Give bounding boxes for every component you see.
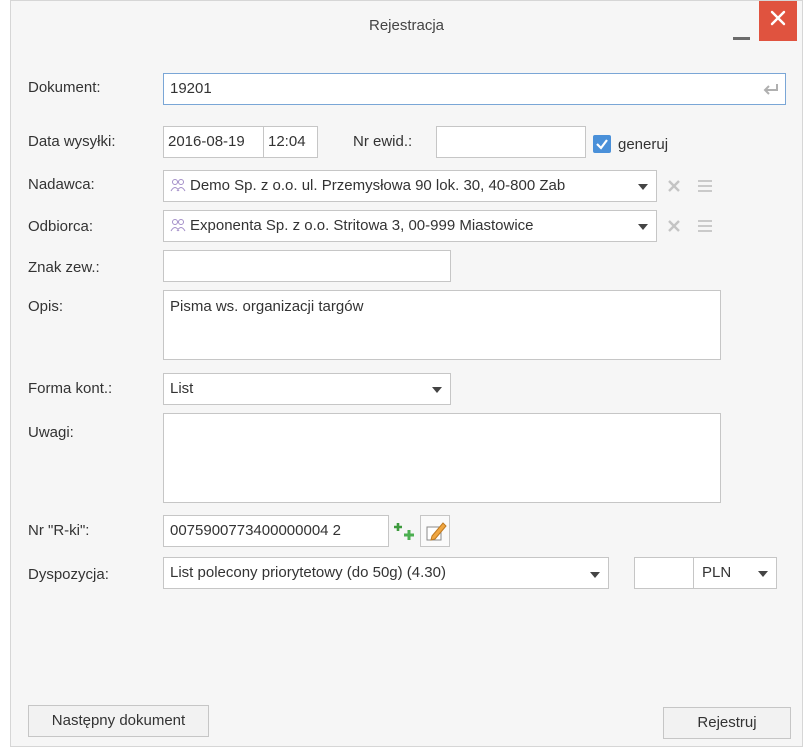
- add-icon: [394, 523, 414, 540]
- nadawca-clear-button[interactable]: [661, 170, 691, 202]
- opis-label: Opis:: [28, 298, 64, 315]
- nr-rki-label: Nr "R-ki":: [28, 522, 90, 539]
- znak-zew-input[interactable]: [163, 250, 451, 282]
- odbiorca-clear-button[interactable]: [661, 210, 691, 242]
- uwagi-label: Uwagi:: [28, 424, 74, 441]
- date-input[interactable]: 2016-08-19: [163, 126, 265, 158]
- nr-ewid-label: Nr ewid.:: [353, 133, 413, 150]
- dialog-title: Rejestracja: [368, 17, 445, 34]
- date-value: 2016-08-19: [168, 133, 245, 150]
- odbiorca-value: Exponenta Sp. z o.o. Stritowa 3, 00-999 …: [190, 217, 534, 234]
- people-icon: [170, 219, 186, 232]
- chevron-down-icon: [638, 184, 648, 190]
- minimize-icon: [733, 37, 750, 40]
- menu-icon: [698, 220, 712, 232]
- uwagi-textarea[interactable]: [163, 413, 721, 503]
- nadawca-menu-button[interactable]: [691, 170, 721, 202]
- chevron-down-icon: [638, 224, 648, 230]
- enter-icon[interactable]: [763, 83, 779, 95]
- clear-icon: [668, 180, 680, 192]
- people-icon: [170, 179, 186, 192]
- dokument-label: Dokument:: [28, 79, 101, 96]
- edit-number-button[interactable]: [420, 515, 450, 547]
- generuj-checkbox[interactable]: [593, 135, 611, 153]
- forma-kont-select[interactable]: List: [163, 373, 451, 405]
- nr-ewid-input[interactable]: [436, 126, 586, 158]
- edit-icon: [426, 522, 447, 541]
- menu-icon: [698, 180, 712, 192]
- dyspozycja-value: List polecony priorytetowy (do 50g) (4.3…: [170, 564, 446, 581]
- generate-number-button[interactable]: [391, 515, 419, 547]
- time-input[interactable]: 12:04: [263, 126, 318, 158]
- odbiorca-select[interactable]: Exponenta Sp. z o.o. Stritowa 3, 00-999 …: [163, 210, 657, 242]
- data-wysylki-label: Data wysyłki:: [28, 133, 116, 150]
- close-button[interactable]: [759, 1, 797, 41]
- nadawca-value: Demo Sp. z o.o. ul. Przemysłowa 90 lok. …: [190, 177, 566, 194]
- znak-zew-label: Znak zew.:: [28, 259, 100, 276]
- forma-kont-value: List: [170, 380, 194, 397]
- odbiorca-label: Odbiorca:: [28, 218, 94, 235]
- chevron-down-icon: [590, 572, 600, 578]
- dyspozycja-label: Dyspozycja:: [28, 566, 109, 583]
- close-icon: [770, 10, 786, 26]
- register-button[interactable]: Rejestruj: [663, 707, 791, 739]
- nadawca-select[interactable]: Demo Sp. z o.o. ul. Przemysłowa 90 lok. …: [163, 170, 657, 202]
- registration-dialog: Rejestracja Dokument: 19201 Data wysyłki…: [10, 0, 803, 747]
- nr-rki-input[interactable]: 0075900773400000004 2: [163, 515, 389, 547]
- chevron-down-icon: [758, 571, 768, 577]
- time-value: 12:04: [268, 133, 306, 150]
- minimize-button[interactable]: [724, 1, 758, 45]
- currency-select[interactable]: PLN: [693, 557, 777, 589]
- odbiorca-menu-button[interactable]: [691, 210, 721, 242]
- chevron-down-icon: [432, 387, 442, 393]
- generuj-label: generuj: [618, 136, 669, 153]
- nr-rki-value: 0075900773400000004 2: [170, 522, 342, 539]
- next-document-button[interactable]: Następny dokument: [28, 705, 209, 737]
- dyspozycja-select[interactable]: List polecony priorytetowy (do 50g) (4.3…: [163, 557, 609, 589]
- opis-textarea[interactable]: Pisma ws. organizacji targów: [163, 290, 721, 360]
- title-bar: Rejestracja: [11, 1, 802, 51]
- dokument-value: 19201: [170, 80, 212, 97]
- currency-value: PLN: [702, 564, 732, 581]
- forma-kont-label: Forma kont.:: [28, 380, 113, 397]
- nadawca-label: Nadawca:: [28, 176, 95, 193]
- opis-value: Pisma ws. organizacji targów: [170, 298, 364, 315]
- dokument-input[interactable]: 19201: [163, 73, 786, 105]
- amount-input[interactable]: [634, 557, 694, 589]
- check-icon: [596, 139, 608, 150]
- clear-icon: [668, 220, 680, 232]
